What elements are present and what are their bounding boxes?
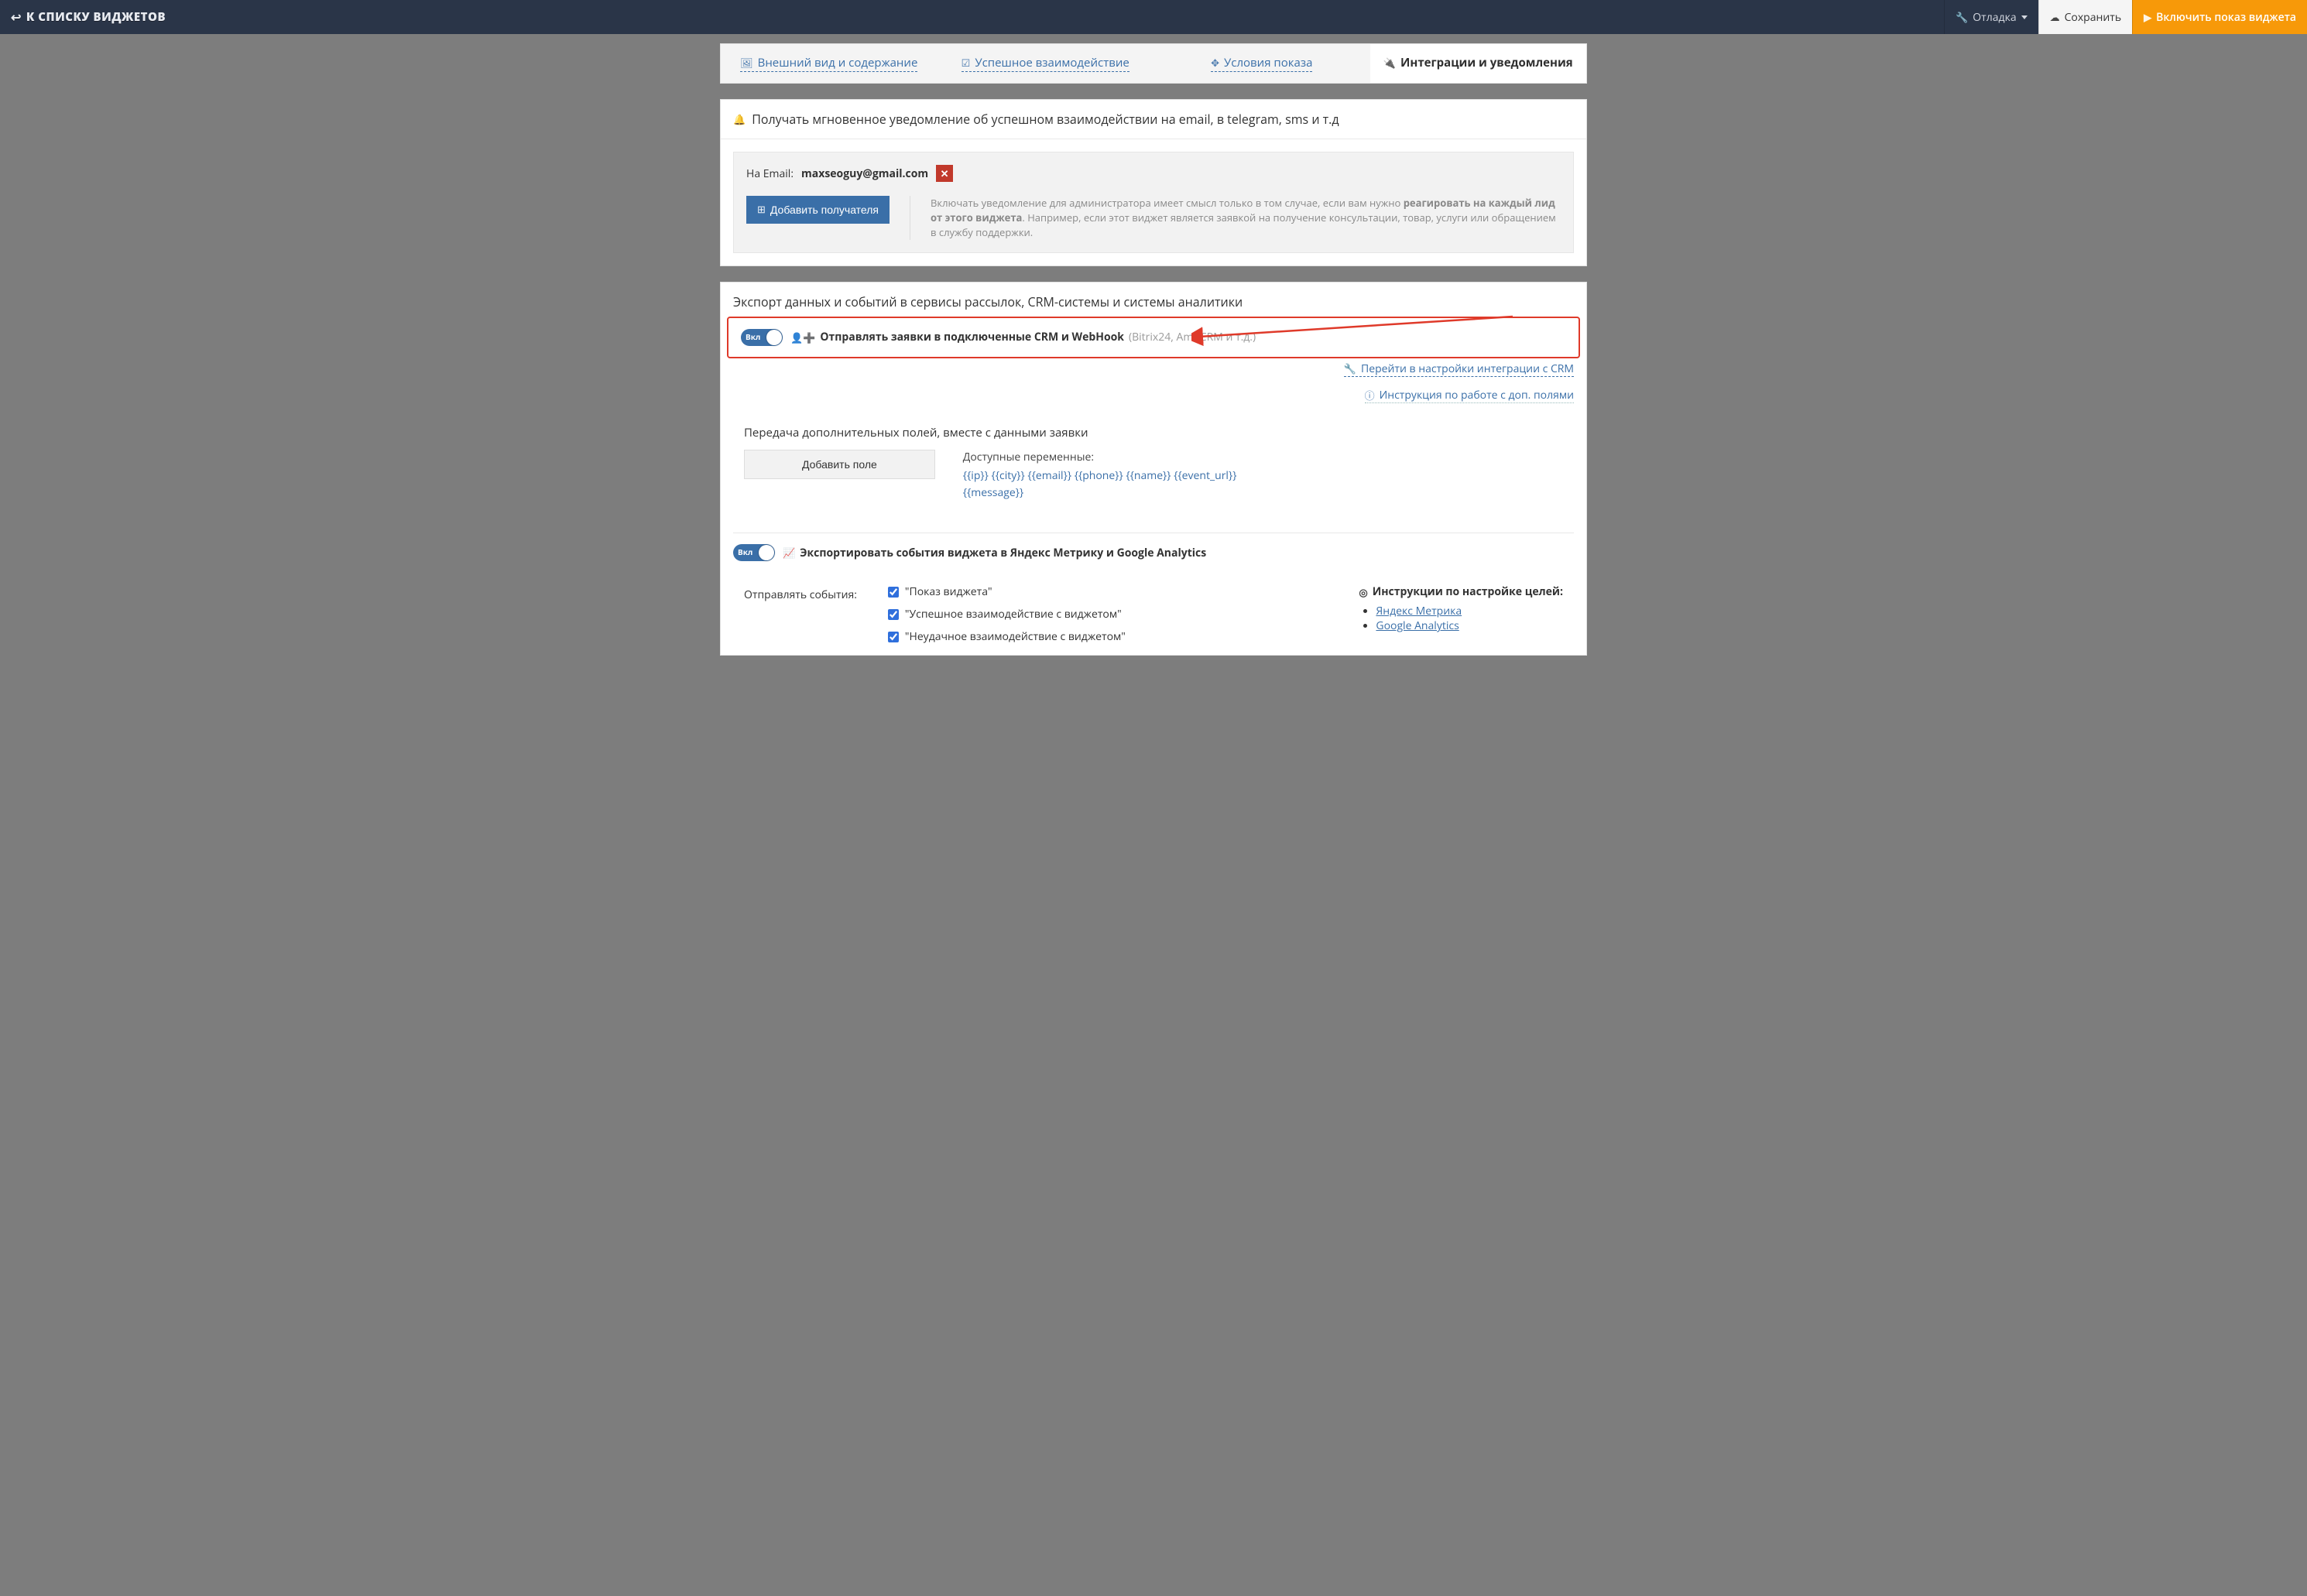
extra-fields-title: Передача дополнительных полей, вместе с … (744, 425, 1563, 440)
google-analytics-link[interactable]: Google Analytics (1376, 618, 1459, 633)
tab-integrations-label: Интеграции и уведомления (1400, 55, 1573, 70)
remove-email-button[interactable]: ✕ (936, 165, 953, 182)
tab-success-label: Успешное взаимодействие (975, 55, 1130, 70)
reply-arrow-icon: ↩ (11, 9, 22, 26)
send-events-label: Отправлять события: (744, 584, 857, 644)
target-icon: ◎ (1359, 585, 1367, 599)
add-recipient-button[interactable]: ⊞ Добавить получателя (746, 196, 890, 224)
cloud-icon: ☁ (2050, 10, 2060, 24)
debug-label: Отладка (1973, 10, 2016, 25)
email-value: maxseoguy@gmail.com (801, 166, 928, 181)
notify-card-title: Получать мгновенное уведомление об успеш… (752, 111, 1339, 128)
topbar: ↩ К СПИСКУ ВИДЖЕТОВ 🔧 Отладка ☁ Сохранит… (0, 0, 2307, 34)
analytics-events-panel: Отправлять события: "Показ виджета" "Усп… (744, 578, 1563, 644)
close-icon: ✕ (941, 166, 949, 180)
enable-label: Включить показ виджета (2156, 10, 2296, 25)
back-link-label: К СПИСКУ ВИДЖЕТОВ (26, 9, 166, 25)
toggle-on-label: Вкл (746, 331, 760, 342)
debug-dropdown[interactable]: 🔧 Отладка (1944, 0, 2038, 34)
play-icon: ▶ (2144, 10, 2151, 24)
tab-integrations[interactable]: 🔌 Интеграции и уведомления (1370, 44, 1587, 83)
back-to-widgets-link[interactable]: ↩ К СПИСКУ ВИДЖЕТОВ (0, 0, 177, 34)
event-success-label: "Успешное взаимодействие с виджетом" (905, 607, 1122, 622)
crosshair-icon: ✥ (1211, 56, 1219, 70)
analytics-toggle[interactable]: Вкл (733, 544, 775, 561)
annotation-arrow-icon (1191, 313, 1517, 348)
tab-success[interactable]: ☑ Успешное взаимодействие (938, 44, 1154, 83)
plus-square-icon: ⊞ (757, 204, 766, 216)
chart-icon: 📈 (783, 546, 795, 560)
event-fail-label: "Неудачное взаимодействие с виджетом" (905, 629, 1126, 644)
wrench-icon: 🔧 (1344, 361, 1356, 375)
email-label: На Email: (746, 166, 794, 181)
event-checkbox-row[interactable]: "Показ виджета" (888, 584, 1126, 599)
extra-fields-info-link[interactable]: ⓘ Инструкция по работе с доп. полями (1365, 388, 1574, 403)
info-icon: ⓘ (1365, 388, 1375, 402)
crm-highlight-box: Вкл 👤➕ Отправлять заявки в подключенные … (727, 317, 1580, 358)
available-vars-label: Доступные переменные: (963, 450, 1296, 464)
save-button[interactable]: ☁ Сохранить (2038, 0, 2133, 34)
wrench-icon: 🔧 (1956, 10, 1968, 24)
toggle-on-label: Вкл (738, 546, 752, 557)
export-card: Экспорт данных и событий в сервисы рассы… (720, 282, 1587, 656)
metrika-link[interactable]: Яндекс Метрика (1376, 604, 1462, 618)
crm-toggle[interactable]: Вкл (741, 329, 783, 346)
tab-conditions-label: Условия показа (1224, 55, 1312, 70)
add-recipient-label: Добавить получателя (770, 204, 879, 216)
notify-card-header: 🔔 Получать мгновенное уведомление об усп… (721, 100, 1586, 139)
notify-card: 🔔 Получать мгновенное уведомление об усп… (720, 99, 1587, 266)
enable-widget-button[interactable]: ▶ Включить показ виджета (2132, 0, 2307, 34)
check-icon: ☑ (962, 56, 971, 70)
available-tokens: {{ip}} {{city}} {{email}} {{phone}} {{na… (963, 467, 1296, 502)
tab-appearance-label: Внешний вид и содержание (758, 55, 918, 70)
goals-instructions-title: ◎ Инструкции по настройке целей: (1359, 584, 1563, 599)
extra-fields-panel: Передача дополнительных полей, вместе с … (744, 414, 1563, 516)
bell-icon: 🔔 (733, 112, 746, 126)
analytics-toggle-title: Экспортировать события виджета в Яндекс … (800, 546, 1206, 560)
event-success-checkbox[interactable] (888, 609, 899, 620)
tab-conditions[interactable]: ✥ Условия показа (1154, 44, 1370, 83)
email-panel: На Email: maxseoguy@gmail.com ✕ ⊞ Добави… (733, 152, 1574, 253)
event-fail-checkbox[interactable] (888, 632, 899, 642)
tab-appearance[interactable]: 🖼 Внешний вид и содержание (721, 44, 938, 83)
event-checkbox-row[interactable]: "Неудачное взаимодействие с виджетом" (888, 629, 1126, 644)
event-show-checkbox[interactable] (888, 587, 899, 598)
export-card-title: Экспорт данных и событий в сервисы рассы… (721, 283, 1586, 317)
tabs-bar: 🖼 Внешний вид и содержание ☑ Успешное вз… (720, 43, 1587, 84)
add-field-button[interactable]: Добавить поле (744, 450, 935, 479)
event-show-label: "Показ виджета" (905, 584, 992, 599)
image-icon: 🖼 (740, 56, 753, 70)
crm-settings-link[interactable]: 🔧 Перейти в настройки интеграции с CRM (1344, 361, 1574, 377)
save-label: Сохранить (2065, 10, 2122, 25)
plug-icon: 🔌 (1383, 56, 1396, 70)
chevron-down-icon (2021, 15, 2028, 19)
notify-hint: Включать уведомление для администратора … (931, 196, 1561, 240)
event-checkbox-row[interactable]: "Успешное взаимодействие с виджетом" (888, 607, 1126, 622)
user-plus-icon: 👤➕ (790, 331, 815, 344)
crm-toggle-title: Отправлять заявки в подключенные CRM и W… (820, 330, 1124, 344)
